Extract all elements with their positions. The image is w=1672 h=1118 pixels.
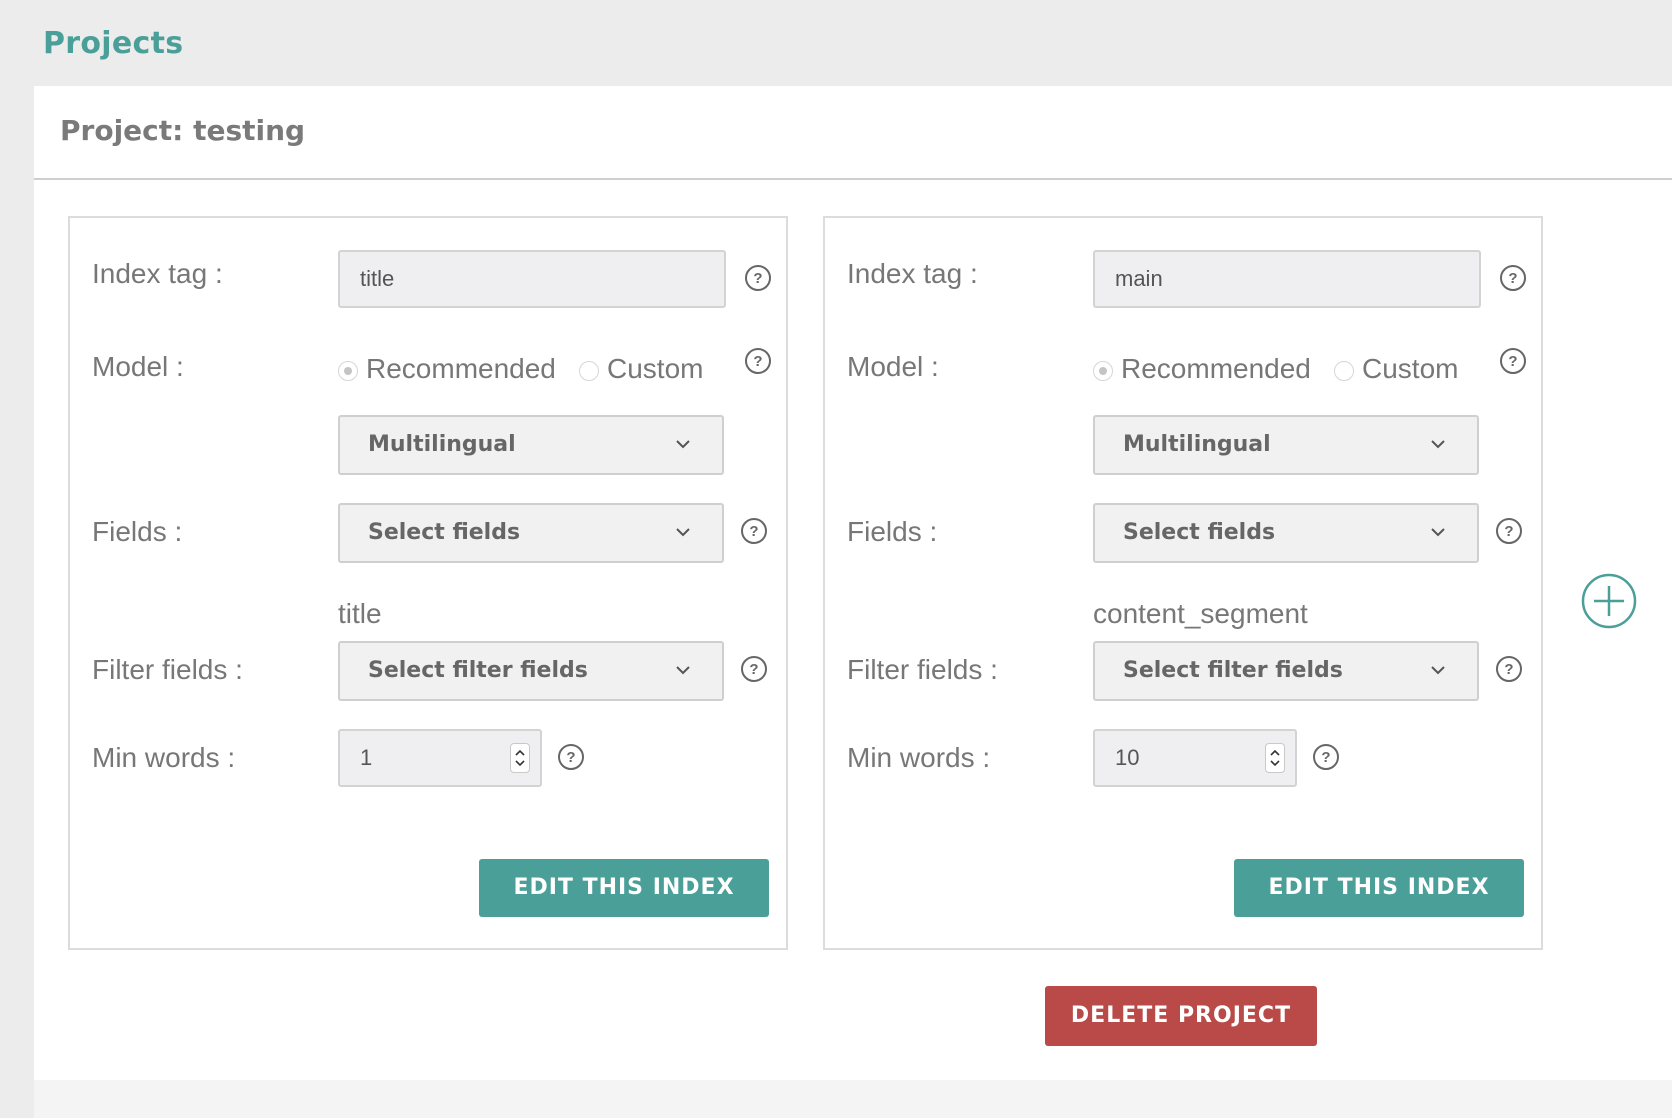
radio-button-selected[interactable] — [338, 360, 358, 381]
svg-text:?: ? — [1504, 661, 1513, 678]
svg-text:?: ? — [753, 353, 762, 370]
svg-text:?: ? — [749, 523, 758, 540]
fields-select-placeholder: Select fields — [1123, 520, 1276, 545]
fields-label: Fields : — [847, 516, 938, 547]
filter-fields-select[interactable]: Select filter fields — [1093, 641, 1479, 701]
index-card: Index tag : main ? Model : Recommended C… — [823, 216, 1543, 950]
edit-index-button[interactable]: EDIT THIS INDEX — [479, 859, 769, 917]
radio-label-recommended: Recommended — [1121, 353, 1311, 384]
model-select-value: Multilingual — [368, 432, 516, 457]
min-words-input[interactable]: 10 — [1093, 729, 1297, 787]
plus-circle-icon[interactable] — [1580, 572, 1638, 630]
fields-label: Fields : — [92, 516, 183, 547]
filter-fields-placeholder: Select filter fields — [368, 658, 588, 683]
help-icon[interactable]: ? — [557, 743, 585, 771]
radio-button[interactable] — [1334, 360, 1354, 381]
radio-label-recommended: Recommended — [366, 353, 556, 384]
spin-arrows-icon[interactable] — [1265, 743, 1285, 773]
filter-fields-placeholder: Select filter fields — [1123, 658, 1343, 683]
help-icon[interactable]: ? — [1499, 347, 1527, 375]
model-radio-recommended[interactable]: Recommended — [1093, 353, 1311, 385]
help-icon[interactable]: ? — [740, 655, 768, 683]
help-icon[interactable]: ? — [1499, 264, 1527, 292]
project-title: Project: testing — [60, 114, 306, 147]
chevron-down-icon — [676, 528, 690, 537]
min-words-value: 1 — [360, 745, 373, 770]
svg-text:?: ? — [749, 661, 758, 678]
chevron-down-icon — [1431, 440, 1445, 449]
index-tag-label: Index tag : — [847, 258, 978, 289]
help-icon[interactable]: ? — [1495, 517, 1523, 545]
radio-label-custom: Custom — [1362, 353, 1459, 384]
fields-select[interactable]: Select fields — [1093, 503, 1479, 563]
selected-field: title — [338, 598, 382, 629]
model-label: Model : — [92, 351, 184, 382]
svg-text:?: ? — [1504, 523, 1513, 540]
chevron-down-icon — [1431, 528, 1445, 537]
svg-text:?: ? — [1508, 270, 1517, 287]
model-radio-recommended[interactable]: Recommended — [338, 353, 556, 385]
model-label: Model : — [847, 351, 939, 382]
min-words-value: 10 — [1115, 745, 1140, 770]
project-panel: Project: testing Index tag : title ? Mod… — [34, 86, 1672, 1080]
model-select-value: Multilingual — [1123, 432, 1271, 457]
spin-arrows-icon[interactable] — [510, 743, 530, 773]
model-select[interactable]: Multilingual — [1093, 415, 1479, 475]
svg-text:?: ? — [753, 270, 762, 287]
min-words-label: Min words : — [92, 742, 236, 773]
delete-project-button[interactable]: DELETE PROJECT — [1045, 986, 1317, 1046]
min-words-input[interactable]: 1 — [338, 729, 542, 787]
help-icon[interactable]: ? — [744, 347, 772, 375]
filter-fields-label: Filter fields : — [92, 654, 243, 685]
filter-fields-label: Filter fields : — [847, 654, 998, 685]
min-words-label: Min words : — [847, 742, 991, 773]
help-icon[interactable]: ? — [744, 264, 772, 292]
model-radio-custom[interactable]: Custom — [1334, 353, 1458, 385]
help-icon[interactable]: ? — [1495, 655, 1523, 683]
index-tag-input[interactable]: main — [1093, 250, 1481, 308]
radio-button[interactable] — [579, 360, 599, 381]
help-icon[interactable]: ? — [740, 517, 768, 545]
project-header: Project: testing — [34, 86, 1672, 180]
model-radio-custom[interactable]: Custom — [579, 353, 703, 385]
chevron-down-icon — [1431, 666, 1445, 675]
radio-label-custom: Custom — [607, 353, 704, 384]
radio-button-selected[interactable] — [1093, 360, 1113, 381]
svg-text:?: ? — [1321, 749, 1330, 766]
chevron-down-icon — [676, 440, 690, 449]
fields-select-placeholder: Select fields — [368, 520, 521, 545]
chevron-down-icon — [676, 666, 690, 675]
page-title: Projects — [43, 26, 184, 61]
edit-index-button[interactable]: EDIT THIS INDEX — [1234, 859, 1524, 917]
svg-text:?: ? — [566, 749, 575, 766]
selected-field: content_segment — [1093, 598, 1308, 629]
svg-text:?: ? — [1508, 353, 1517, 370]
filter-fields-select[interactable]: Select filter fields — [338, 641, 724, 701]
help-icon[interactable]: ? — [1312, 743, 1340, 771]
index-card: Index tag : title ? Model : Recommended … — [68, 216, 788, 950]
fields-select[interactable]: Select fields — [338, 503, 724, 563]
model-select[interactable]: Multilingual — [338, 415, 724, 475]
index-tag-label: Index tag : — [92, 258, 223, 289]
footer-strip — [34, 1080, 1672, 1118]
index-tag-input[interactable]: title — [338, 250, 726, 308]
